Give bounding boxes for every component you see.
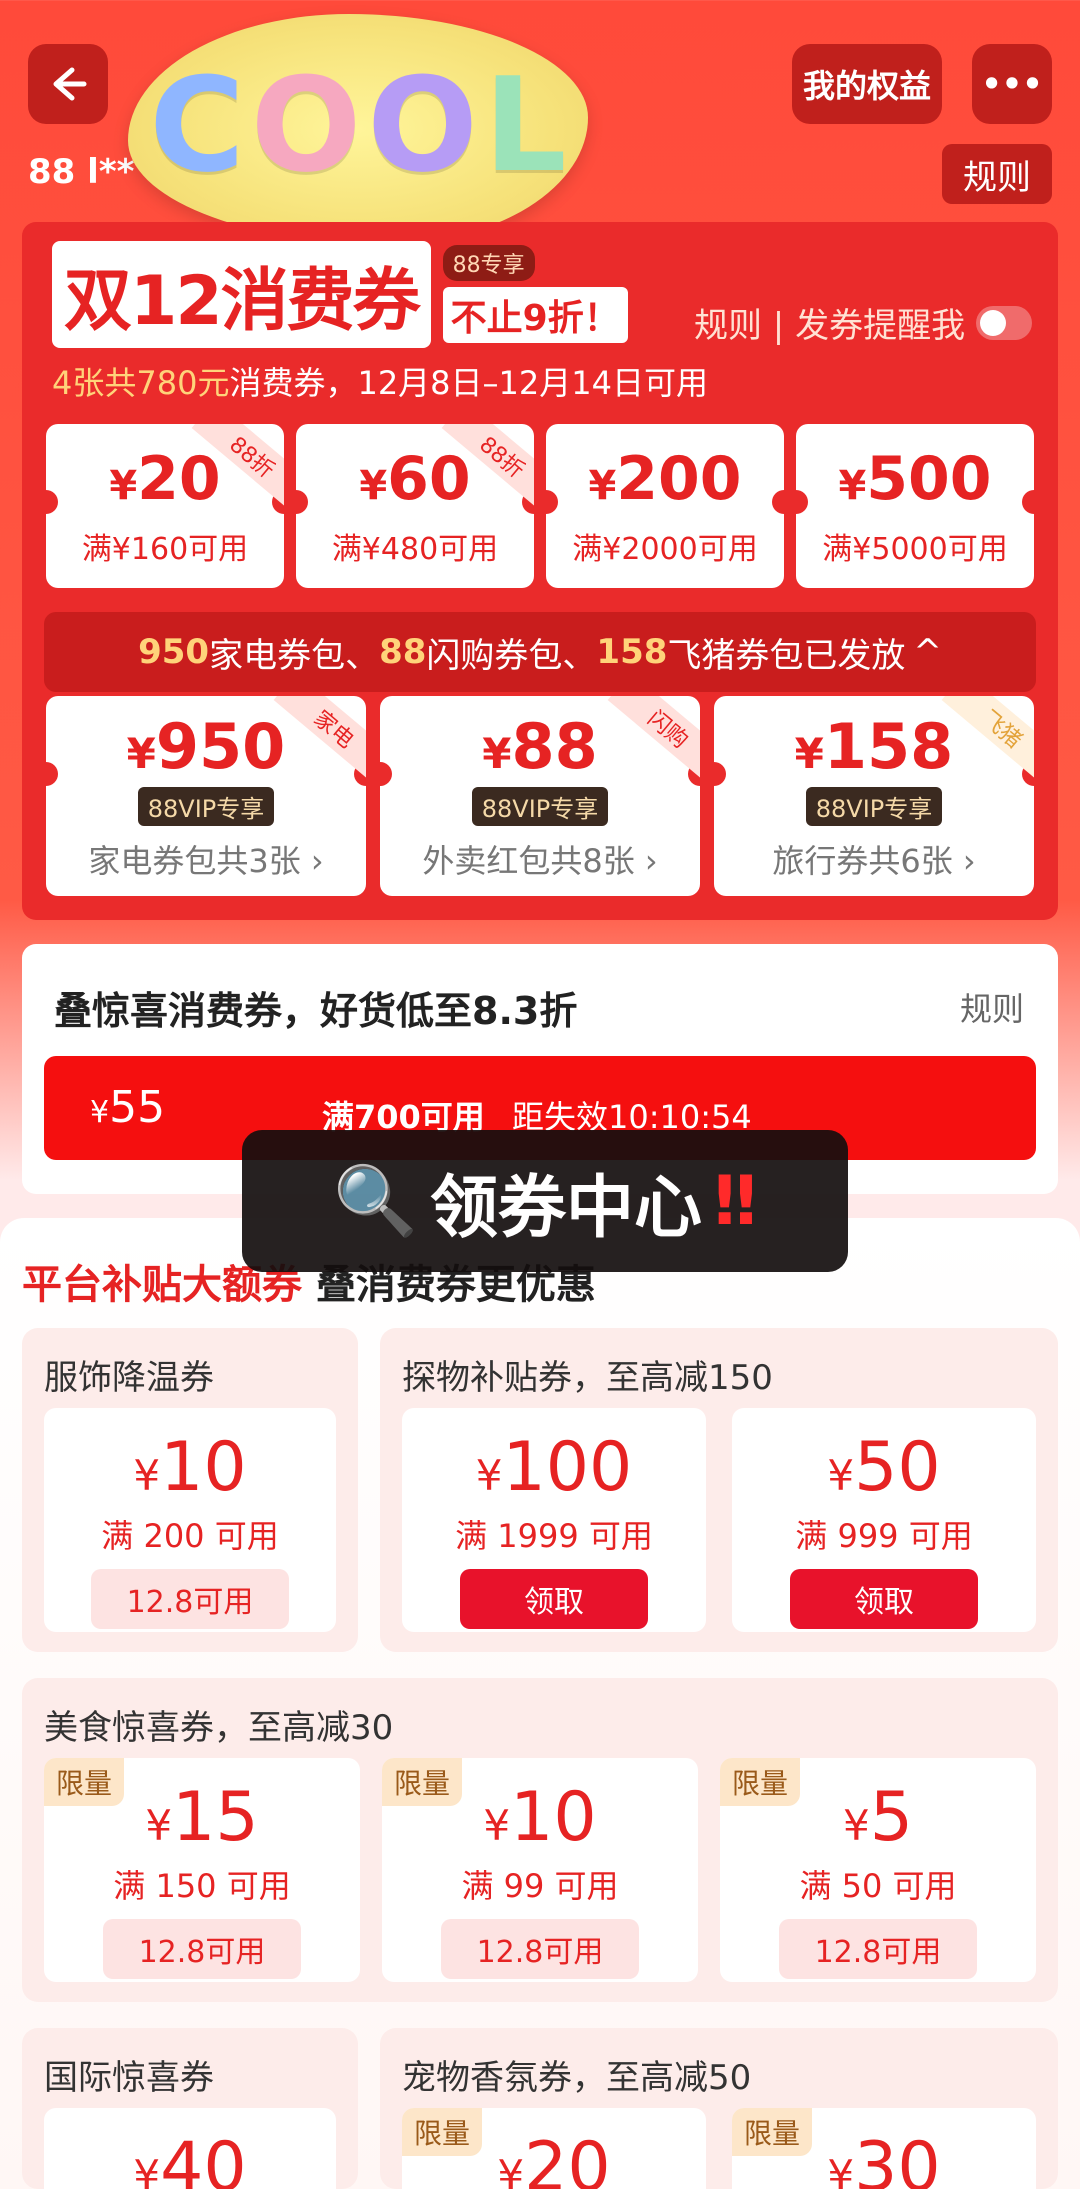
coupon-card[interactable]: 88折 ¥20 满¥160可用 [46,424,284,588]
coupon-center-overlay: 🔍 领券中心 ‼ [242,1130,848,1272]
remind-toggle[interactable] [976,306,1032,340]
coupon-condition: 满¥2000可用 [572,532,758,567]
vip-badge: 88专享 [442,245,535,281]
vip-badge: 88VIP专享 [805,787,943,826]
limited-tag: 限量 [44,1758,125,1806]
coupon-card[interactable]: 限量 ¥30 [732,2108,1036,2189]
my-rights-button[interactable]: 我的权益 [792,44,942,124]
pack-desc: 旅行券共6张 › [772,842,976,880]
chevron-up-icon: ^ [913,632,942,672]
cool-letter: C [149,49,245,201]
coupon-amount: ¥100 [475,1428,633,1507]
stack-title: 叠惊喜消费券，好货低至8.3折 [54,989,578,1033]
claim-button[interactable]: 领取 [460,1569,648,1629]
summary-rest: 消费券，12月8日–12月14日可用 [229,364,708,402]
coupon-amount: ¥40 [133,2128,247,2189]
coupon-group: 国际惊喜券 ¥40 [22,2028,358,2189]
more-button[interactable]: ••• [972,44,1052,124]
double12-title-text: 双12消费券 [52,240,431,348]
search-icon: 🔍 [333,1162,418,1241]
coupon-card[interactable]: ¥10 满 200 可用 12.8可用 [44,1408,336,1632]
coupon-card[interactable]: ¥100 满 1999 可用 领取 [402,1408,706,1632]
coupon-condition: 满 99 可用 [461,1867,619,1905]
vip-badge: 88VIP专享 [471,787,609,826]
coupon-condition: 满 999 可用 [795,1517,973,1555]
coupon-group: 服饰降温券 ¥10 满 200 可用 12.8可用 [22,1328,358,1652]
coupon-amount: ¥10 [133,1428,247,1507]
back-button[interactable] [28,44,108,124]
coupon-card[interactable]: 限量 ¥20 [402,2108,706,2189]
group-title: 宠物香氛券，至高减50 [402,2058,752,2098]
cool-letter: O [250,49,362,201]
group-title: 国际惊喜券 [44,2058,214,2098]
coupon-condition: 满¥5000可用 [822,532,1008,567]
double12-summary: 4张共780元消费券，12月8日–12月14日可用 [52,358,708,404]
stack-amount: ¥55 [90,1082,166,1133]
summary-highlight: 4张共780元 [52,364,230,402]
rules-button-top[interactable]: 规则 [942,144,1052,204]
coupon-amount: ¥50 [827,1428,941,1507]
coupon-card[interactable]: 限量 ¥15 满 150 可用 12.8可用 [44,1758,360,1982]
arrow-left-icon [53,67,87,101]
coupon-card[interactable]: ¥40 [44,2108,336,2189]
pack-desc: 家电券包共3张 › [88,842,324,880]
cool-letter: L [483,49,567,201]
group-title: 探物补贴券，至高减150 [402,1358,773,1398]
exclamation-icon: ‼ [714,1161,757,1241]
double12-title: 双12消费券 88专享 不止9折！ [52,240,628,348]
coupon-group: 探物补贴券，至高减150 ¥100 满 1999 可用 领取 ¥50 满 999… [380,1328,1058,1652]
pack-card[interactable]: 飞猪 ¥158 88VIP专享 旅行券共6张 › [714,696,1034,896]
coupon-condition: 满 1999 可用 [455,1517,653,1555]
available-date-button[interactable]: 12.8可用 [440,1919,640,1979]
coupon-card[interactable]: ¥500 满¥5000可用 [796,424,1034,588]
coupon-condition: 满 50 可用 [799,1867,957,1905]
coupon-condition: 满 200 可用 [101,1517,279,1555]
available-date-button[interactable]: 12.8可用 [90,1569,290,1629]
coupon-card[interactable]: 88折 ¥60 满¥480可用 [296,424,534,588]
cool-sticker: COOL [128,14,588,244]
coupon-card[interactable]: 限量 ¥10 满 99 可用 12.8可用 [382,1758,698,1982]
limited-tag: 限量 [382,1758,463,1806]
pack-card[interactable]: 家电 ¥950 88VIP专享 家电券包共3张 › [46,696,366,896]
limited-tag: 限量 [720,1758,801,1806]
pack-card[interactable]: 闪购 ¥88 88VIP专享 外卖红包共8张 › [380,696,700,896]
available-date-button[interactable]: 12.8可用 [102,1919,302,1979]
coupon-condition: 满 150 可用 [113,1867,291,1905]
group-title: 服饰降温券 [44,1358,214,1398]
more-icon: ••• [981,65,1043,103]
pack-desc: 外卖红包共8张 › [422,842,658,880]
coupon-condition: 满¥480可用 [331,532,499,567]
cool-letter: O [367,49,478,201]
coupon-group: 美食惊喜券，至高减30 限量 ¥15 满 150 可用 12.8可用 限量 ¥1… [22,1678,1058,2002]
coupon-amount: ¥200 [588,444,742,514]
rule-remind-link[interactable]: 规则 | 发券提醒我 [694,298,965,347]
release-bar[interactable]: 950 家电券包、 88 闪购券包、 158 飞猪券包已发放 ^ [44,612,1036,692]
coupon-condition: 满¥160可用 [81,532,249,567]
coupon-group: 宠物香氛券，至高减50 限量 ¥20 限量 ¥30 [380,2028,1058,2189]
available-date-button[interactable]: 12.8可用 [778,1919,978,1979]
coupon-amount: ¥500 [838,444,992,514]
group-title: 美食惊喜券，至高减30 [44,1708,394,1748]
not-only-text: 不止9折！ [442,287,628,343]
stack-rule-link[interactable]: 规则 [960,984,1024,1030]
user-badge: 88 [28,152,76,192]
vip-badge: 88VIP专享 [137,787,275,826]
overlay-text: 领券中心 [430,1168,703,1248]
cool-text: COOL [138,60,578,190]
coupon-card[interactable]: ¥50 满 999 可用 领取 [732,1408,1036,1632]
coupon-card[interactable]: 限量 ¥5 满 50 可用 12.8可用 [720,1758,1036,1982]
user-line: 88 l** [28,152,134,192]
coupon-card[interactable]: ¥200 满¥2000可用 [546,424,784,588]
limited-tag: 限量 [402,2108,483,2156]
limited-tag: 限量 [732,2108,813,2156]
claim-button[interactable]: 领取 [790,1569,978,1629]
